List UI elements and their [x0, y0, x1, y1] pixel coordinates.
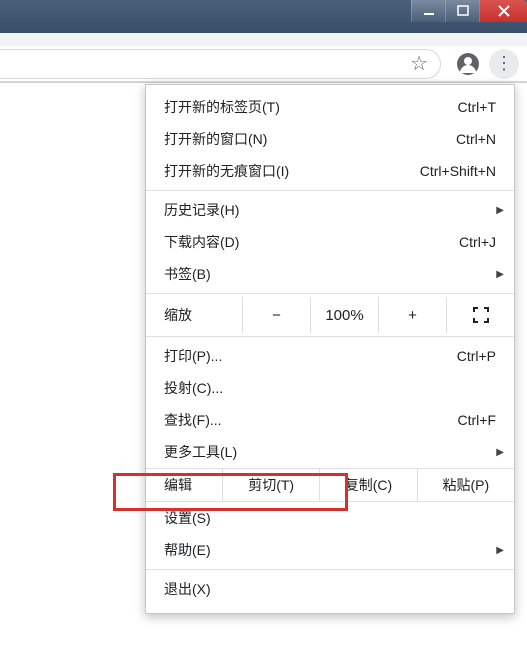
copy-button[interactable]: 复制(C)	[319, 469, 416, 501]
menu-shortcut: Ctrl+Shift+N	[386, 163, 496, 179]
zoom-label: 缩放	[146, 305, 242, 325]
menu-label: 打开新的标签页(T)	[164, 97, 386, 117]
submenu-arrow-icon: ▶	[496, 447, 504, 458]
menu-shortcut: Ctrl+N	[386, 131, 496, 147]
minimize-button[interactable]	[411, 0, 445, 22]
fullscreen-button[interactable]	[446, 297, 514, 333]
menu-label: 投射(C)...	[164, 378, 496, 398]
menu-label: 历史记录(H)	[164, 200, 496, 220]
main-menu: 打开新的标签页(T) Ctrl+T 打开新的窗口(N) Ctrl+N 打开新的无…	[145, 84, 515, 614]
menu-label: 帮助(E)	[164, 540, 496, 560]
menu-item-print[interactable]: 打印(P)... Ctrl+P	[146, 340, 514, 372]
address-bar[interactable]: ☆	[0, 49, 441, 79]
menu-item-help[interactable]: 帮助(E) ▶	[146, 534, 514, 566]
menu-shortcut: Ctrl+T	[386, 99, 496, 115]
menu-item-more-tools[interactable]: 更多工具(L) ▶	[146, 436, 514, 468]
menu-item-exit[interactable]: 退出(X)	[146, 573, 514, 605]
menu-label: 更多工具(L)	[164, 442, 496, 462]
separator	[146, 336, 514, 337]
separator	[146, 190, 514, 191]
menu-item-downloads[interactable]: 下载内容(D) Ctrl+J	[146, 226, 514, 258]
menu-item-incognito[interactable]: 打开新的无痕窗口(I) Ctrl+Shift+N	[146, 155, 514, 187]
menu-item-bookmarks[interactable]: 书签(B) ▶	[146, 258, 514, 290]
menu-shortcut: Ctrl+J	[386, 234, 496, 250]
menu-label: 打印(P)...	[164, 346, 386, 366]
menu-shortcut: Ctrl+F	[386, 412, 496, 428]
menu-item-history[interactable]: 历史记录(H) ▶	[146, 194, 514, 226]
separator	[146, 569, 514, 570]
menu-label: 退出(X)	[164, 579, 496, 599]
zoom-out-button[interactable]: −	[242, 297, 310, 333]
menu-item-settings[interactable]: 设置(S)	[146, 502, 514, 534]
submenu-arrow-icon: ▶	[496, 545, 504, 556]
zoom-value: 100%	[310, 297, 378, 333]
close-button[interactable]	[479, 0, 527, 22]
menu-item-new-window[interactable]: 打开新的窗口(N) Ctrl+N	[146, 123, 514, 155]
menu-item-find[interactable]: 查找(F)... Ctrl+F	[146, 404, 514, 436]
menu-item-edit: 编辑 剪切(T) 复制(C) 粘贴(P)	[146, 468, 514, 502]
menu-label: 打开新的无痕窗口(I)	[164, 161, 386, 181]
separator	[146, 293, 514, 294]
menu-item-new-tab[interactable]: 打开新的标签页(T) Ctrl+T	[146, 91, 514, 123]
cut-button[interactable]: 剪切(T)	[222, 469, 319, 501]
bookmark-star-icon[interactable]: ☆	[410, 54, 428, 74]
toolbar: ☆ ⋮	[0, 46, 527, 82]
edit-label: 编辑	[146, 469, 222, 501]
paste-button[interactable]: 粘贴(P)	[417, 469, 514, 501]
menu-item-zoom: 缩放 − 100% +	[146, 297, 514, 333]
menu-label: 打开新的窗口(N)	[164, 129, 386, 149]
title-bar	[0, 0, 527, 33]
zoom-in-button[interactable]: +	[378, 297, 446, 333]
menu-button[interactable]: ⋮	[489, 49, 519, 79]
menu-label: 书签(B)	[164, 264, 496, 284]
menu-label: 下载内容(D)	[164, 232, 386, 252]
submenu-arrow-icon: ▶	[496, 269, 504, 280]
menu-label: 设置(S)	[164, 508, 496, 528]
menu-item-cast[interactable]: 投射(C)...	[146, 372, 514, 404]
menu-label: 查找(F)...	[164, 410, 386, 430]
profile-icon[interactable]	[453, 49, 483, 79]
menu-shortcut: Ctrl+P	[386, 348, 496, 364]
submenu-arrow-icon: ▶	[496, 205, 504, 216]
window-controls	[411, 0, 527, 24]
maximize-button[interactable]	[445, 0, 479, 22]
